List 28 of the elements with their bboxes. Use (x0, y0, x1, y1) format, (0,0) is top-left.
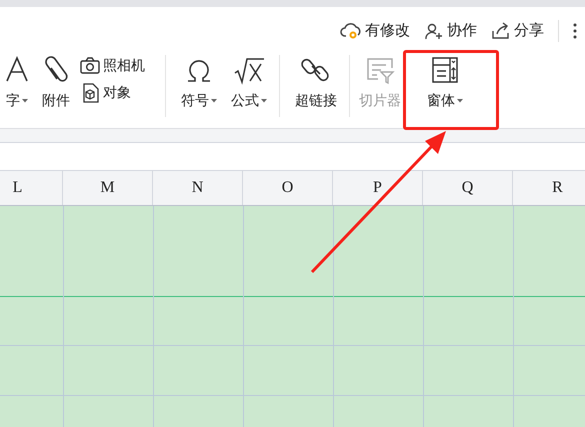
column-header[interactable]: Q (462, 176, 474, 200)
ribbon-button[interactable]: 字 (4, 55, 30, 111)
ribbon-button[interactable]: 附件 (34, 55, 78, 111)
cloud-icon (340, 22, 362, 40)
ribbon-button[interactable]: 公式 (226, 55, 272, 111)
caret-icon (457, 98, 463, 102)
ribbon-button[interactable]: 照相机 (80, 55, 158, 76)
share-icon (491, 22, 511, 40)
share-button[interactable]: 分享 (491, 20, 544, 42)
ribbon-button[interactable]: 超链接 (290, 55, 342, 111)
save-status-button[interactable]: 有修改 (340, 20, 410, 42)
column-header[interactable]: L (12, 176, 22, 200)
caret-icon (22, 98, 28, 102)
ribbon-button[interactable]: 对象 (80, 82, 158, 103)
more-icon[interactable] (573, 23, 577, 39)
column-header[interactable]: M (100, 176, 115, 200)
ribbon-button[interactable]: 窗体 (415, 55, 475, 111)
collaborate-button[interactable]: 协作 (424, 20, 477, 42)
form-icon (430, 55, 460, 85)
column-header[interactable]: N (192, 176, 204, 200)
column-header[interactable]: P (373, 176, 382, 200)
camera-icon (80, 57, 100, 74)
person-plus-icon (424, 22, 444, 40)
column-header[interactable]: R (552, 176, 563, 200)
ribbon-button[interactable]: 符号 (176, 55, 222, 111)
column-header[interactable]: O (282, 176, 294, 200)
caret-icon (211, 98, 217, 102)
caret-icon (261, 98, 267, 102)
